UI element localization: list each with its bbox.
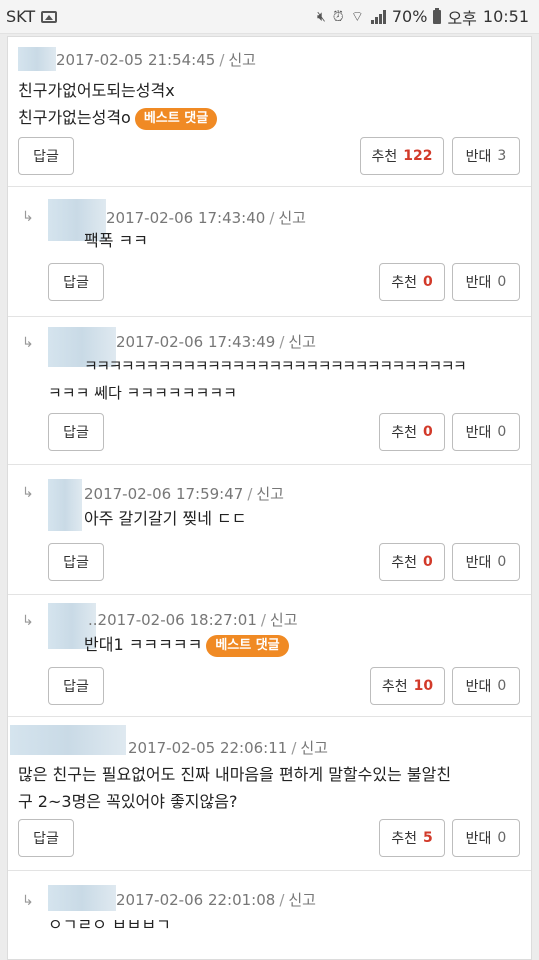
avatar <box>48 885 116 911</box>
comment-line: ㅋㅋㅋㅋㅋㅋㅋㅋㅋㅋㅋㅋㅋㅋㅋㅋㅋㅋㅋㅋㅋㅋㅋㅋㅋㅋㅋㅋㅋㅋㅋ <box>84 357 467 375</box>
comment-line: 반대1 ㅋㅋㅋㅋㅋ <box>84 635 203 654</box>
oppose-button[interactable]: 반대 0 <box>452 667 520 705</box>
recommend-button[interactable]: 추천 0 <box>379 413 445 451</box>
report-link[interactable]: 신고 <box>270 609 298 630</box>
reply-item: ↳ 2017-02-06 17:59:47 / 신고 아주 갈기갈기 찢네 ㄷㄷ… <box>8 465 531 595</box>
comment-text: ㅋㅋㅋㅋㅋㅋㅋㅋㅋㅋㅋㅋㅋㅋㅋㅋㅋㅋㅋㅋㅋㅋㅋㅋㅋㅋㅋㅋㅋㅋㅋ ㅋㅋㅋ 쎄다 ㅋ… <box>48 353 467 407</box>
comment-timestamp: 2017-02-06 22:01:08 <box>116 890 276 909</box>
oppose-button[interactable]: 반대 0 <box>452 413 520 451</box>
reply-arrow-icon: ↳ <box>22 335 34 351</box>
comment-timestamp: 2017-02-06 17:43:49 <box>116 332 276 351</box>
recommend-count: 122 <box>403 148 433 164</box>
oppose-count: 3 <box>497 148 507 164</box>
comment-line: ㅇㄱㄹㅇ ㅂㅂㅂㄱ <box>48 915 171 934</box>
report-link[interactable]: 신고 <box>288 889 316 910</box>
status-bar: SKT 🔇︎ ⏰︎ ⌔ 70% 오후 10:51 <box>0 0 539 34</box>
mute-icon: 🔇︎ <box>316 8 326 25</box>
oppose-count: 0 <box>497 274 507 290</box>
comment-timestamp: 2017-02-06 17:59:47 <box>84 484 244 503</box>
reply-button[interactable]: 답글 <box>48 543 104 581</box>
reply-item: ↳ 2017-02-06 17:43:49 / 신고 ㅋㅋㅋㅋㅋㅋㅋㅋㅋㅋㅋㅋㅋ… <box>8 317 531 465</box>
comment-timestamp: 2017-02-06 18:27:01 <box>97 610 257 629</box>
oppose-count: 0 <box>497 830 507 846</box>
comment-line: 팩폭 ㅋㅋ <box>84 231 148 250</box>
oppose-count: 0 <box>497 424 507 440</box>
avatar <box>48 479 82 531</box>
comment-text: 아주 갈기갈기 찢네 ㄷㄷ <box>84 505 246 532</box>
avatar <box>10 725 126 755</box>
comment-line: 많은 친구는 필요없어도 진짜 내마음을 편하게 말할수있는 불알친 <box>18 765 452 784</box>
comment-item: 2017-02-05 21:54:45 / 신고 친구가없어도되는성격x 친구가… <box>8 37 531 187</box>
comment-timestamp: 2017-02-06 17:43:40 <box>106 208 266 227</box>
recommend-count: 0 <box>423 274 433 290</box>
comment-item: 2017-02-05 22:06:11 / 신고 많은 친구는 필요없어도 진짜… <box>8 717 531 871</box>
avatar <box>18 47 56 71</box>
comment-line: 아주 갈기갈기 찢네 ㄷㄷ <box>84 509 247 528</box>
reply-button[interactable]: 답글 <box>48 667 104 705</box>
reply-item: ↳ 2017-02-06 22:01:08 / 신고 ㅇㄱㄹㅇ ㅂㅂㅂㄱ <box>8 871 531 959</box>
reply-arrow-icon: ↳ <box>22 485 34 501</box>
report-link[interactable]: 신고 <box>228 49 256 70</box>
comment-text: ㅇㄱㄹㅇ ㅂㅂㅂㄱ <box>48 911 171 938</box>
reply-button[interactable]: 답글 <box>18 819 74 857</box>
comment-text: 팩폭 ㅋㅋ <box>84 227 148 254</box>
report-link[interactable]: 신고 <box>256 483 284 504</box>
reply-button[interactable]: 답글 <box>18 137 74 175</box>
reply-button[interactable]: 답글 <box>48 413 104 451</box>
clock: 10:51 <box>482 7 529 26</box>
best-comment-badge: 베스트 댓글 <box>134 107 218 130</box>
comment-line: 친구가없어도되는성격x <box>18 81 175 100</box>
recommend-button[interactable]: 추천 0 <box>379 543 445 581</box>
comment-line: 친구가없는성격o <box>18 108 131 127</box>
oppose-button[interactable]: 반대 3 <box>452 137 520 175</box>
report-link[interactable]: 신고 <box>278 207 306 228</box>
oppose-button[interactable]: 반대 0 <box>452 819 520 857</box>
reply-arrow-icon: ↳ <box>22 613 34 629</box>
reply-arrow-icon: ↳ <box>22 209 34 225</box>
best-comment-badge: 베스트 댓글 <box>206 634 289 657</box>
recommend-count: 10 <box>413 678 434 694</box>
battery-percent: 70% <box>391 7 428 26</box>
recommend-count: 0 <box>423 554 433 570</box>
carrier-label: SKT <box>6 7 36 26</box>
comment-text: 많은 친구는 필요없어도 진짜 내마음을 편하게 말할수있는 불알친 구 2~3… <box>18 761 451 815</box>
reply-item: ↳ 2017-02-06 17:43:40 / 신고 팩폭 ㅋㅋ 답글 추천 0 … <box>8 187 531 317</box>
comment-line: ㅋㅋㅋ 쎄다 ㅋㅋㅋㅋㅋㅋㅋㅋ <box>48 384 237 402</box>
oppose-button[interactable]: 반대 0 <box>452 263 520 301</box>
gallery-notification-icon <box>41 10 58 23</box>
reply-button[interactable]: 답글 <box>48 263 104 301</box>
wifi-icon: ⌔ <box>350 8 364 25</box>
reply-item: ↳ .. 2017-02-06 18:27:01 / 신고 반대1 ㅋㅋㅋㅋㅋ 베… <box>8 595 531 717</box>
reply-arrow-icon: ↳ <box>22 893 34 909</box>
alarm-icon: ⏰︎ <box>332 8 344 25</box>
oppose-button[interactable]: 반대 0 <box>452 543 520 581</box>
comment-timestamp: 2017-02-05 22:06:11 <box>128 738 288 757</box>
recommend-button[interactable]: 추천 0 <box>379 263 445 301</box>
comment-text: 친구가없어도되는성격x 친구가없는성격o 베스트 댓글 <box>18 77 218 131</box>
recommend-button[interactable]: 추천 122 <box>360 137 444 175</box>
report-link[interactable]: 신고 <box>300 737 328 758</box>
comment-list[interactable]: 2017-02-05 21:54:45 / 신고 친구가없어도되는성격x 친구가… <box>7 36 532 960</box>
signal-icon <box>370 9 386 24</box>
comment-timestamp: 2017-02-05 21:54:45 <box>56 50 216 69</box>
recommend-count: 0 <box>423 424 433 440</box>
oppose-count: 0 <box>497 554 507 570</box>
report-link[interactable]: 신고 <box>288 331 316 352</box>
time-ampm: 오후 <box>447 8 477 28</box>
oppose-count: 0 <box>497 678 507 694</box>
recommend-button[interactable]: 추천 10 <box>370 667 445 705</box>
comment-text: 반대1 ㅋㅋㅋㅋㅋ 베스트 댓글 <box>84 631 289 658</box>
recommend-button[interactable]: 추천 5 <box>379 819 445 857</box>
battery-icon <box>433 7 442 24</box>
recommend-count: 5 <box>423 830 433 846</box>
comment-line: 구 2~3명은 꼭있어야 좋지않음? <box>18 792 238 811</box>
